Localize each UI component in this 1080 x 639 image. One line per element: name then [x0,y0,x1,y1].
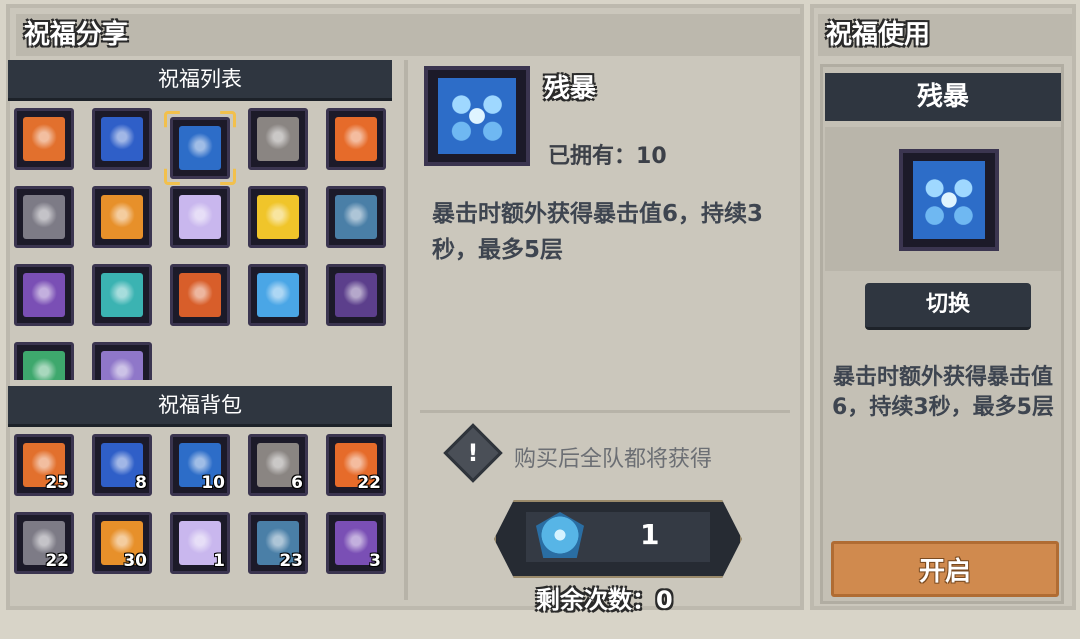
bag-slot[interactable]: 10 [170,434,230,496]
selected-blessing-icon-frame [424,66,530,166]
equipped-blessing-description: 暴击时额外获得暴击值6，持续3秒，最多5层 [832,365,1054,420]
remaining-value: 0 [656,586,673,614]
equipped-blessing-icon-frame [899,149,999,251]
blue-shard-icon [257,273,299,317]
blessing-slot[interactable] [170,117,230,179]
orange-star-icon [335,117,377,161]
switch-button[interactable]: 切换 [865,283,1031,330]
bag-slot[interactable]: 8 [92,434,152,496]
purple-wing-icon [101,351,143,380]
blue-crystal-icon [101,117,143,161]
bag-slot[interactable]: 22 [14,512,74,574]
blessing-use-panel: 祝福使用 残暴 切换 暴击时额外获得暴击值6，持续3秒，最多5层 开启 [810,4,1076,610]
bag-slot[interactable]: 30 [92,512,152,574]
item-count: 22 [357,473,381,493]
bag-slot[interactable]: 3 [326,512,386,574]
blessing-slot[interactable] [248,186,308,248]
bag-slot[interactable]: 6 [248,434,308,496]
gem-trio-icon [101,273,143,317]
green-leaf-icon [23,351,65,380]
bag-slot[interactable]: 23 [248,512,308,574]
blessing-slot[interactable] [170,264,230,326]
owned-count: 已拥有：10 [548,138,667,170]
bag-slot[interactable]: 25 [14,434,74,496]
orange-chest-icon [101,195,143,239]
item-count: 30 [123,551,147,571]
item-count: 8 [135,473,147,493]
item-count: 1 [213,551,225,571]
blessing-slot[interactable] [92,186,152,248]
horizontal-divider [420,410,790,413]
crossed-sword-icon [23,195,65,239]
open-button[interactable]: 开启 [831,541,1059,597]
blessing-list-grid [12,108,402,380]
blessing-slot[interactable] [92,108,152,170]
blessing-bag-header: 祝福背包 [8,386,392,427]
equipped-blessing-name: 残暴 [825,73,1061,121]
fire-burst-icon [23,117,65,161]
blessing-share-title: 祝福分享 [16,14,802,56]
blessing-slot[interactable] [326,108,386,170]
blessing-use-title: 祝福使用 [818,14,1072,56]
grey-tunic-icon [257,117,299,161]
blessing-slot[interactable] [14,342,74,380]
remaining-count: 剩余次数：0 [536,580,673,615]
tri-orb-icon [335,195,377,239]
item-count: 25 [45,473,69,493]
blessing-slot[interactable] [92,264,152,326]
equipped-icon-area [825,127,1061,271]
vertical-divider [404,60,408,600]
ice-shield-icon [913,161,985,239]
item-count: 10 [201,473,225,493]
blessing-list-header: 祝福列表 [8,60,392,101]
equipped-blessing-card: 残暴 切换 暴击时额外获得暴击值6，持续3秒，最多5层 开启 [820,64,1064,604]
blessing-slot[interactable] [92,342,152,380]
yellow-sparkle-icon [257,195,299,239]
blessing-slot[interactable] [14,264,74,326]
selected-blessing-description: 暴击时额外获得暴击值6，持续3秒，最多5层 [432,201,764,263]
bag-slot[interactable]: 1 [170,512,230,574]
item-count: 23 [279,551,303,571]
owned-value: 10 [636,144,667,169]
owned-label: 已拥有： [548,144,637,169]
item-count: 3 [369,551,381,571]
purchase-button[interactable] [494,500,742,578]
blessing-slot[interactable] [248,264,308,326]
item-count: 22 [45,551,69,571]
blessing-slot[interactable] [248,108,308,170]
blessing-slot[interactable] [326,264,386,326]
lavender-card-icon [179,195,221,239]
ice-shield-icon [179,126,221,170]
blessing-slot[interactable] [14,186,74,248]
blessing-slot[interactable] [170,186,230,248]
ice-shield-icon [438,78,516,154]
blessing-slot[interactable] [326,186,386,248]
purple-banner-icon [23,273,65,317]
remaining-label: 剩余次数： [536,586,656,614]
item-count: 6 [291,473,303,493]
flame-wings-icon [179,273,221,317]
blessing-bag-grid: 25 8 10 6 22 22 30 1 23 3 [12,434,402,602]
green-star-icon [335,273,377,317]
selected-blessing-name: 残暴 [544,74,597,104]
bag-slot[interactable]: 22 [326,434,386,496]
team-notice: 购买后全队都将获得 [514,447,713,472]
blessing-slot[interactable] [14,108,74,170]
cost-value: 1 [640,518,660,551]
